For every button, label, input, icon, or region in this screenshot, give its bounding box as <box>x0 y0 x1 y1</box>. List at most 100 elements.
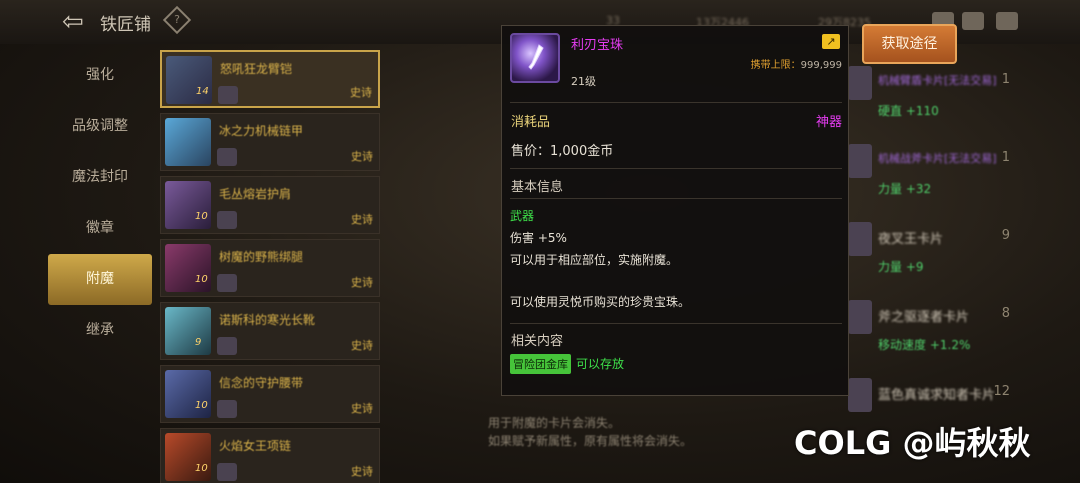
divider <box>510 323 842 324</box>
card-stat: 力量 +9 <box>878 260 924 274</box>
card-count: 1 <box>1001 150 1010 165</box>
item-level: 10 <box>195 274 208 285</box>
item-price: 售价：1,000金币 <box>511 144 614 159</box>
tab-emblem[interactable]: 徽章 <box>48 203 152 254</box>
get-source-button[interactable]: 获取途径 <box>862 24 957 64</box>
item-tier: 史诗 <box>351 339 373 352</box>
orb-icon <box>510 33 560 83</box>
tab-grade[interactable]: 品级调整 <box>48 101 152 152</box>
tab-enchant[interactable]: 附魔 <box>48 254 152 305</box>
item-level: 14 <box>196 86 209 97</box>
card-slot-icon <box>217 274 237 292</box>
card-row[interactable]: 机械战斧卡片[无法交易] 力量 +32 1 <box>848 128 1020 206</box>
card-title: 机械战斧卡片[无法交易] <box>878 152 997 165</box>
mail-icon[interactable] <box>962 12 984 30</box>
card-slot-icon <box>217 211 237 229</box>
card-count: 9 <box>1001 228 1010 243</box>
item-name: 冰之力机械链甲 <box>219 124 304 138</box>
page-title: 铁匠铺 <box>100 15 151 35</box>
item-name: 利刃宝珠 <box>571 38 624 53</box>
watermark: COLG @屿秋秋 <box>794 424 1031 462</box>
card-icon <box>848 378 872 412</box>
card-slot-icon <box>218 86 238 104</box>
item-level: 10 <box>195 211 208 222</box>
carry-limit: 携带上限：999,999 <box>751 56 842 71</box>
item-tier: 史诗 <box>351 465 373 478</box>
list-item[interactable]: 10 信念的守护腰带 史诗 <box>160 365 380 423</box>
chat-icon[interactable] <box>996 12 1018 30</box>
item-icon <box>165 118 211 166</box>
item-rarity: 神器 <box>815 115 842 130</box>
card-list: 机械臂盾卡片[无法交易] 硬直 +110 1 机械战斧卡片[无法交易] 力量 +… <box>848 50 1020 470</box>
card-stat: 力量 +32 <box>878 182 932 196</box>
card-slot-icon <box>217 337 237 355</box>
card-title: 蓝色真诚求知者卡片 <box>878 388 996 403</box>
purchase-note: 可以使用灵悦币购买的珍贵宝珠。 <box>510 295 691 309</box>
item-type: 消耗品 <box>511 115 551 130</box>
card-icon <box>848 300 872 334</box>
card-row[interactable]: 斧之驱逐者卡片 移动速度 +1.2% 8 <box>848 284 1020 362</box>
help-icon[interactable]: ? <box>162 5 192 35</box>
usage-note: 可以用于相应部位，实施附魔。 <box>510 253 679 267</box>
storage-status: 可以存放 <box>576 357 625 371</box>
item-name: 火焰女王项链 <box>219 439 292 453</box>
list-item[interactable]: 10 毛丛熔岩护肩 史诗 <box>160 176 380 234</box>
item-tooltip: 利刃宝珠 ↗ 携带上限：999,999 21级 消耗品 神器 售价：1,000金… <box>501 25 849 396</box>
card-title: 机械臂盾卡片[无法交易] <box>878 74 997 87</box>
tab-seal[interactable]: 魔法封印 <box>48 152 152 203</box>
slot-weapon: 武器 <box>510 209 535 223</box>
item-tier: 史诗 <box>350 86 372 99</box>
item-icon <box>165 307 211 355</box>
equipment-list: 14 怒吼狂龙臂铠 史诗 冰之力机械链甲 史诗 10 毛丛熔岩护肩 史诗 10 … <box>160 50 380 483</box>
help-glyph: ? <box>174 13 180 26</box>
list-item[interactable]: 10 树魔的野熊绑腿 史诗 <box>160 239 380 297</box>
list-item[interactable]: 10 火焰女王项链 史诗 <box>160 428 380 483</box>
list-item[interactable]: 冰之力机械链甲 史诗 <box>160 113 380 171</box>
item-name: 怒吼狂龙臂铠 <box>220 62 293 76</box>
card-count: 12 <box>993 384 1010 399</box>
list-item[interactable]: 9 诺斯科的寒光长靴 史诗 <box>160 302 380 360</box>
card-slot-icon <box>217 400 237 418</box>
storage-badge: 冒险团金库 <box>510 354 571 374</box>
back-arrow-icon[interactable]: ⇦ <box>62 8 92 36</box>
enchant-notice: 用于附魔的卡片会消失。 如果赋予新属性，原有属性将会消失。 <box>488 414 692 450</box>
divider <box>510 198 842 199</box>
item-name: 树魔的野熊绑腿 <box>219 250 304 264</box>
item-level: 10 <box>195 463 208 474</box>
item-tier: 史诗 <box>351 276 373 289</box>
item-name: 毛丛熔岩护肩 <box>219 187 292 201</box>
card-icon <box>848 222 872 256</box>
card-icon <box>848 144 872 178</box>
effect-damage: 伤害 +5% <box>510 231 567 245</box>
card-title: 斧之驱逐者卡片 <box>878 310 970 325</box>
tab-enhance[interactable]: 强化 <box>48 50 152 101</box>
item-level: 9 <box>195 337 202 348</box>
card-slot-icon <box>217 148 237 166</box>
card-icon <box>848 66 872 100</box>
divider <box>510 102 842 103</box>
card-title: 夜叉王卡片 <box>878 232 944 247</box>
notice-line: 如果赋予新属性，原有属性将会消失。 <box>488 434 693 448</box>
card-slot-icon <box>217 463 237 481</box>
divider <box>510 168 842 169</box>
card-stat: 硬直 +110 <box>878 104 939 118</box>
card-count: 1 <box>1001 72 1010 87</box>
list-item[interactable]: 14 怒吼狂龙臂铠 史诗 <box>160 50 380 108</box>
item-tier: 史诗 <box>351 213 373 226</box>
item-tier: 史诗 <box>351 402 373 415</box>
item-level: 21级 <box>571 75 596 88</box>
card-stat: 移动速度 +1.2% <box>878 338 971 352</box>
notice-line: 用于附魔的卡片会消失。 <box>488 416 621 430</box>
share-icon[interactable]: ↗ <box>822 34 840 49</box>
item-tier: 史诗 <box>351 150 373 163</box>
tab-inherit[interactable]: 继承 <box>48 305 152 356</box>
item-name: 信念的守护腰带 <box>219 376 304 390</box>
smith-tabs: 强化 品级调整 魔法封印 徽章 附魔 继承 <box>48 50 152 356</box>
carry-value: 999,999 <box>800 60 842 71</box>
related-heading: 相关内容 <box>511 334 564 349</box>
card-count: 8 <box>1001 306 1010 321</box>
item-level: 10 <box>195 400 208 411</box>
basic-info-heading: 基本信息 <box>511 180 564 195</box>
card-row[interactable]: 夜叉王卡片 力量 +9 9 <box>848 206 1020 284</box>
item-name: 诺斯科的寒光长靴 <box>219 313 316 327</box>
